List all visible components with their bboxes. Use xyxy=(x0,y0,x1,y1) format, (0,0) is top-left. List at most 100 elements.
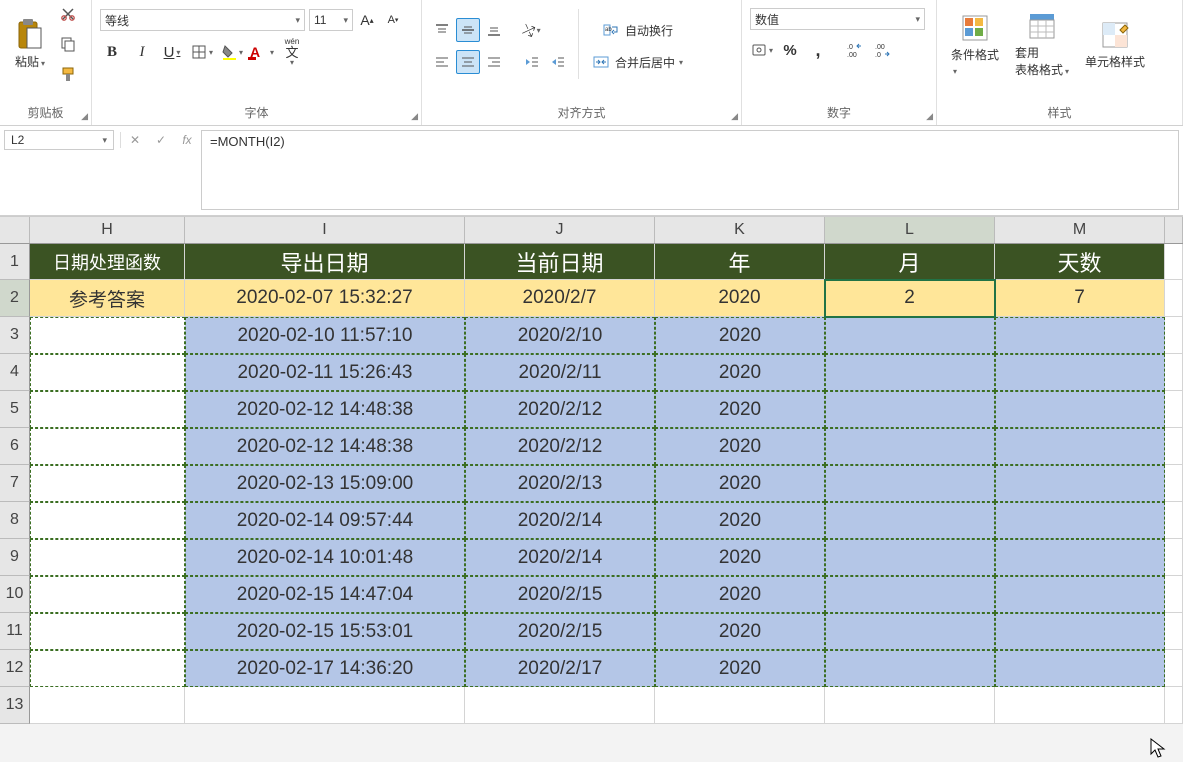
borders-button[interactable]: ▾ xyxy=(190,40,214,64)
cell[interactable]: 2020-02-14 09:57:44 xyxy=(185,502,465,539)
cell[interactable]: 2020 xyxy=(655,539,825,576)
increase-font-button[interactable]: A▴ xyxy=(355,8,379,32)
cell[interactable] xyxy=(825,317,995,354)
cell[interactable] xyxy=(30,613,185,650)
cell[interactable]: 天数 xyxy=(995,244,1165,280)
cell[interactable]: 导出日期 xyxy=(185,244,465,280)
cell[interactable]: 2020 xyxy=(655,317,825,354)
comma-button[interactable]: , xyxy=(806,38,830,62)
col-header-K[interactable]: K xyxy=(655,217,825,243)
cell[interactable] xyxy=(30,354,185,391)
row-header-5[interactable]: 5 xyxy=(0,391,30,428)
cell[interactable] xyxy=(1165,465,1183,502)
cell[interactable]: 2020 xyxy=(655,650,825,687)
cell[interactable] xyxy=(465,687,655,724)
cell[interactable] xyxy=(30,650,185,687)
cell[interactable] xyxy=(1165,280,1183,317)
bold-button[interactable]: B xyxy=(100,40,124,64)
cell[interactable]: 年 xyxy=(655,244,825,280)
cell[interactable] xyxy=(1165,391,1183,428)
cell[interactable] xyxy=(825,465,995,502)
cell[interactable] xyxy=(30,465,185,502)
align-left-button[interactable] xyxy=(430,50,454,74)
cell[interactable]: 2020 xyxy=(655,613,825,650)
col-header-I[interactable]: I xyxy=(185,217,465,243)
cell[interactable] xyxy=(995,428,1165,465)
cell[interactable] xyxy=(1165,428,1183,465)
cell[interactable] xyxy=(1165,650,1183,687)
row-header-13[interactable]: 13 xyxy=(0,687,30,724)
cell[interactable] xyxy=(825,354,995,391)
row-header-11[interactable]: 11 xyxy=(0,613,30,650)
cancel-formula-button[interactable]: ✕ xyxy=(123,133,147,147)
cell[interactable] xyxy=(30,391,185,428)
cell[interactable]: 2020 xyxy=(655,354,825,391)
align-top-button[interactable] xyxy=(430,18,454,42)
cell[interactable]: 2020/2/12 xyxy=(465,391,655,428)
cell[interactable]: 当前日期 xyxy=(465,244,655,280)
cell[interactable]: 2020/2/17 xyxy=(465,650,655,687)
font-name-combo[interactable]: 等线▾ xyxy=(100,9,305,31)
clipboard-expand-icon[interactable]: ◢ xyxy=(81,111,88,122)
col-header-J[interactable]: J xyxy=(465,217,655,243)
cell[interactable]: 2020/2/7 xyxy=(465,280,655,317)
wrap-text-button[interactable]: ab 自动换行 xyxy=(587,18,689,42)
cell[interactable] xyxy=(995,687,1165,724)
cell[interactable]: 2020 xyxy=(655,502,825,539)
align-right-button[interactable] xyxy=(482,50,506,74)
underline-button[interactable]: U▾ xyxy=(160,40,184,64)
orientation-button[interactable]: ⤮▾ xyxy=(520,18,544,42)
row-header-2[interactable]: 2 xyxy=(0,280,30,317)
cell[interactable]: 2020/2/15 xyxy=(465,613,655,650)
align-expand-icon[interactable]: ◢ xyxy=(731,111,738,122)
cell[interactable]: 2020-02-14 10:01:48 xyxy=(185,539,465,576)
cell[interactable] xyxy=(30,576,185,613)
cell[interactable] xyxy=(1165,317,1183,354)
cell[interactable] xyxy=(825,687,995,724)
cell[interactable] xyxy=(995,465,1165,502)
cell[interactable] xyxy=(185,687,465,724)
accounting-format-button[interactable]: ▾ xyxy=(750,38,774,62)
cell[interactable]: 月 xyxy=(825,244,995,280)
row-header-4[interactable]: 4 xyxy=(0,354,30,391)
cell[interactable] xyxy=(825,539,995,576)
increase-indent-button[interactable] xyxy=(546,50,570,74)
cell[interactable] xyxy=(825,428,995,465)
cell[interactable] xyxy=(995,539,1165,576)
cell[interactable] xyxy=(1165,244,1183,280)
font-color-button[interactable]: A▾ xyxy=(250,40,274,64)
formula-input[interactable]: =MONTH(I2) xyxy=(201,130,1179,210)
number-expand-icon[interactable]: ◢ xyxy=(926,111,933,122)
font-expand-icon[interactable]: ◢ xyxy=(411,111,418,122)
select-all-corner[interactable] xyxy=(0,217,30,243)
conditional-format-button[interactable]: 条件格式▾ xyxy=(945,8,1005,81)
cell[interactable]: 2020-02-15 15:53:01 xyxy=(185,613,465,650)
cell[interactable] xyxy=(1165,539,1183,576)
row-header-12[interactable]: 12 xyxy=(0,650,30,687)
merge-center-button[interactable]: 合并后居中▾ xyxy=(587,50,689,74)
cell[interactable] xyxy=(30,317,185,354)
row-header-9[interactable]: 9 xyxy=(0,539,30,576)
cell-style-button[interactable]: 单元格样式 xyxy=(1079,15,1151,74)
cell[interactable] xyxy=(655,687,825,724)
cell[interactable]: 2020/2/14 xyxy=(465,539,655,576)
cell[interactable] xyxy=(30,539,185,576)
row-header-8[interactable]: 8 xyxy=(0,502,30,539)
cell[interactable]: 2020 xyxy=(655,391,825,428)
cell[interactable]: 2020-02-12 14:48:38 xyxy=(185,391,465,428)
font-size-combo[interactable]: 11▾ xyxy=(309,9,353,31)
italic-button[interactable]: I xyxy=(130,40,154,64)
cell[interactable]: 2020-02-13 15:09:00 xyxy=(185,465,465,502)
col-header-L[interactable]: L xyxy=(825,217,995,243)
row-header-6[interactable]: 6 xyxy=(0,428,30,465)
align-center-button[interactable] xyxy=(456,50,480,74)
align-bottom-button[interactable] xyxy=(482,18,506,42)
cell[interactable] xyxy=(1165,354,1183,391)
cell[interactable]: 2 xyxy=(825,280,995,317)
cut-button[interactable] xyxy=(56,2,80,26)
cell[interactable] xyxy=(995,391,1165,428)
number-format-combo[interactable]: 数值▾ xyxy=(750,8,925,30)
cell[interactable]: 2020/2/12 xyxy=(465,428,655,465)
cell[interactable] xyxy=(825,576,995,613)
cell[interactable] xyxy=(1165,613,1183,650)
